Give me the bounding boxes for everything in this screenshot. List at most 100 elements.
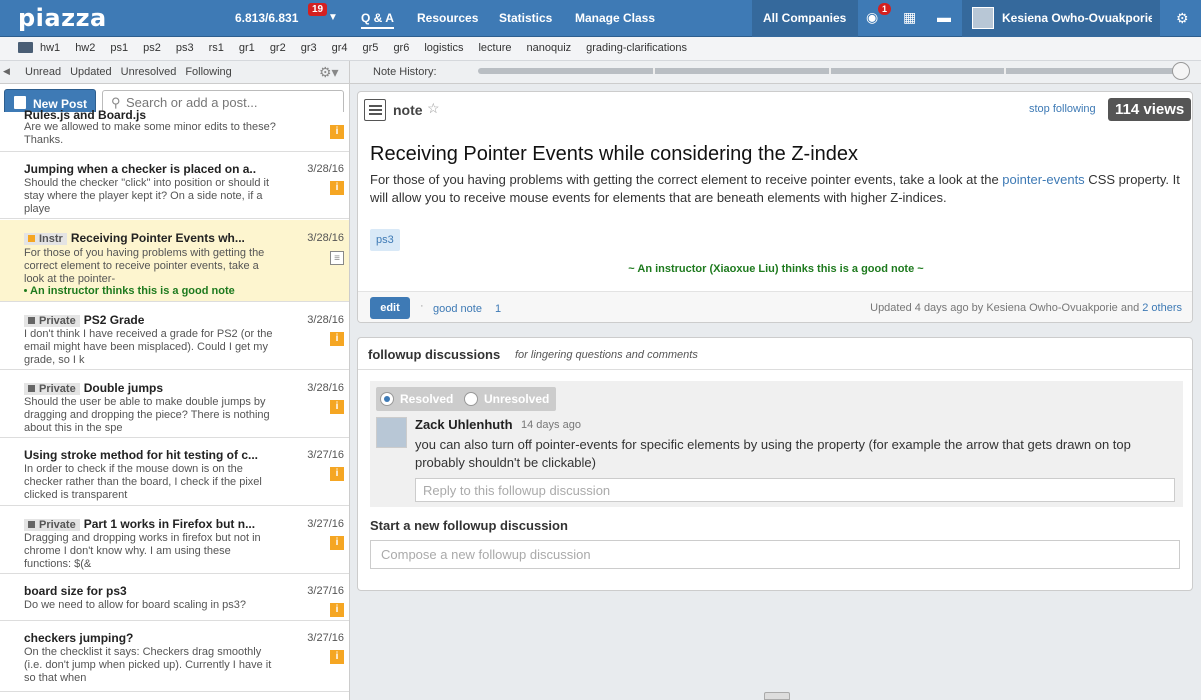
folder-hw1[interactable]: hw1 [40, 42, 60, 54]
folder-gr1[interactable]: gr1 [239, 42, 255, 54]
folder-ps2[interactable]: ps2 [143, 42, 161, 54]
class-notification-badge: 19 [308, 3, 328, 16]
note-icon [364, 99, 386, 121]
filter-unresolved[interactable]: Unresolved [121, 66, 177, 78]
resolved-toggle: Resolved Unresolved [376, 387, 556, 411]
good-note-link[interactable]: good note [433, 303, 482, 315]
feed-item-snippet: For those of you having problems with ge… [24, 247, 265, 285]
globe-icon[interactable]: ◉ [866, 9, 878, 26]
feed-item-tag: Private [24, 519, 80, 531]
chevron-down-icon[interactable]: ▼ [328, 12, 338, 23]
feed-item[interactable]: Instr Receiving Pointer Events wh... 3/28/… [0, 220, 349, 302]
avatar [972, 7, 994, 29]
feed-item-tag: Private [24, 315, 80, 327]
all-companies-button[interactable]: All Companies [752, 0, 858, 37]
folder-nanoquiz[interactable]: nanoquiz [527, 42, 572, 54]
feed-item-title: Rules.js and Board.js [24, 108, 147, 122]
feed-item-date: 3/28/16 [307, 163, 344, 175]
feed-item[interactable]: Rules.js and Board.js Are we allowed to m… [0, 108, 349, 152]
note-title: Receiving Pointer Events while consideri… [370, 143, 859, 165]
folder-ps1[interactable]: ps1 [110, 42, 128, 54]
views-badge: 114 views [1108, 98, 1192, 121]
feed-item[interactable]: board size for ps3 3/27/16 Do we need to a… [0, 575, 349, 621]
folder-logistics[interactable]: logistics [424, 42, 463, 54]
collapse-arrow-icon[interactable]: ◀ [3, 66, 10, 77]
feed-item-title: Private Double jumps [24, 381, 296, 395]
others-link[interactable]: 2 others [1142, 302, 1182, 314]
calendar-icon[interactable]: ▦ [903, 9, 916, 26]
post-type: note [393, 102, 423, 118]
good-note-count: 1 [495, 303, 502, 315]
piazza-logo[interactable]: piazza [18, 4, 107, 32]
feed-item[interactable]: Private PS2 Grade 3/28/16 I don't think I h… [0, 303, 349, 370]
info-badge-icon: i [330, 603, 344, 617]
followup-card: followup discussions for lingering quest… [357, 337, 1193, 591]
feed-item-date: 3/27/16 [307, 518, 344, 530]
user-menu[interactable]: Kesiena Owho-Ovuakporie [962, 0, 1160, 37]
followup-thread: Resolved Unresolved Zack Uhlenhuth 14 da… [370, 381, 1183, 507]
compose-followup-input[interactable]: Compose a new followup discussion [370, 540, 1180, 569]
feed-item-snippet: On the checklist it says: Checkers drag … [24, 646, 272, 684]
folder-tag[interactable]: ps3 [370, 229, 400, 251]
feed-item[interactable]: Using stroke method for hit testing of c… [0, 439, 349, 506]
scroll-top-button[interactable] [764, 692, 790, 700]
info-badge-icon: i [330, 125, 344, 139]
folder-gr2[interactable]: gr2 [270, 42, 286, 54]
unresolved-label[interactable]: Unresolved [484, 392, 549, 406]
followup-message: you can also turn off pointer-events for… [415, 437, 1131, 470]
filter-bar: ◀ Unread Updated Unresolved Following ⚙▾ [0, 61, 350, 84]
feed-item-date: 3/28/16 [307, 382, 344, 394]
folder-hw2[interactable]: hw2 [75, 42, 95, 54]
info-badge-icon: i [330, 650, 344, 664]
folder-gr4[interactable]: gr4 [332, 42, 348, 54]
star-icon[interactable]: ☆ [427, 100, 440, 117]
feed-item[interactable]: checkers jumping? 3/27/16 On the checklist… [0, 622, 349, 692]
nav-statistics[interactable]: Statistics [499, 11, 552, 25]
unresolved-radio[interactable] [464, 392, 478, 406]
info-badge-icon: i [330, 536, 344, 550]
top-navbar: piazza 6.813/6.831 19 ▼ Q & A Resources … [0, 0, 1201, 37]
feed-item-date: 3/28/16 [307, 314, 344, 326]
note-history-slider[interactable] [478, 68, 1180, 74]
feed-item-date: 3/27/16 [307, 585, 344, 597]
feed-item[interactable]: Private Double jumps 3/28/16 Should the use… [0, 371, 349, 438]
feed-item-title: Using stroke method for hit testing of c… [24, 448, 259, 462]
note-history-label: Note History: [373, 66, 437, 78]
note-card: note ☆ stop following 114 views Receivin… [357, 91, 1193, 323]
feed-panel: New Post ⚲ Rules.js and Board.jsAre we a… [0, 84, 350, 700]
filter-updated[interactable]: Updated [70, 66, 112, 78]
gear-icon[interactable]: ⚙ [1176, 10, 1189, 27]
folder-ps3[interactable]: ps3 [176, 42, 194, 54]
feed-item-date: 3/27/16 [307, 449, 344, 461]
folder-grading-clarifications[interactable]: grading-clarifications [586, 42, 687, 54]
feed-item[interactable]: Jumping when a checker is placed on a.. 3… [0, 153, 349, 219]
filter-following[interactable]: Following [185, 66, 231, 78]
feed-item-date: 3/28/16 [307, 232, 344, 244]
resolved-label[interactable]: Resolved [400, 392, 453, 406]
nav-manage-class[interactable]: Manage Class [575, 11, 655, 25]
followup-title: followup discussions [368, 347, 501, 362]
feed-item-snippet: Should the user be able to make double j… [24, 396, 270, 434]
folder-lecture[interactable]: lecture [478, 42, 511, 54]
feed-item[interactable]: Private Part 1 works in Firefox but n... 3… [0, 507, 349, 574]
folder-icon [18, 42, 33, 53]
folder-gr5[interactable]: gr5 [363, 42, 379, 54]
nav-qa[interactable]: Q & A [361, 11, 394, 29]
folder-rs1[interactable]: rs1 [209, 42, 224, 54]
pointer-events-link[interactable]: pointer-events [1002, 172, 1084, 187]
folder-gr6[interactable]: gr6 [393, 42, 409, 54]
reply-input[interactable]: Reply to this followup discussion [415, 478, 1175, 502]
resolved-radio[interactable] [380, 392, 394, 406]
feed-item-snippet: In order to check if the mouse down is o… [24, 463, 262, 501]
folder-gr3[interactable]: gr3 [301, 42, 317, 54]
class-selector[interactable]: 6.813/6.831 [235, 11, 298, 25]
note-history-handle[interactable] [1172, 62, 1190, 80]
feed-item-title: board size for ps3 [24, 584, 127, 598]
chat-icon[interactable]: ▬ [937, 9, 951, 25]
stop-following-link[interactable]: stop following [1029, 103, 1096, 115]
filter-unread[interactable]: Unread [25, 66, 61, 78]
settings-gear-icon[interactable]: ⚙▾ [319, 64, 339, 81]
feed-item-tag: Private [24, 383, 80, 395]
nav-resources[interactable]: Resources [417, 11, 478, 25]
edit-button[interactable]: edit [370, 297, 410, 319]
